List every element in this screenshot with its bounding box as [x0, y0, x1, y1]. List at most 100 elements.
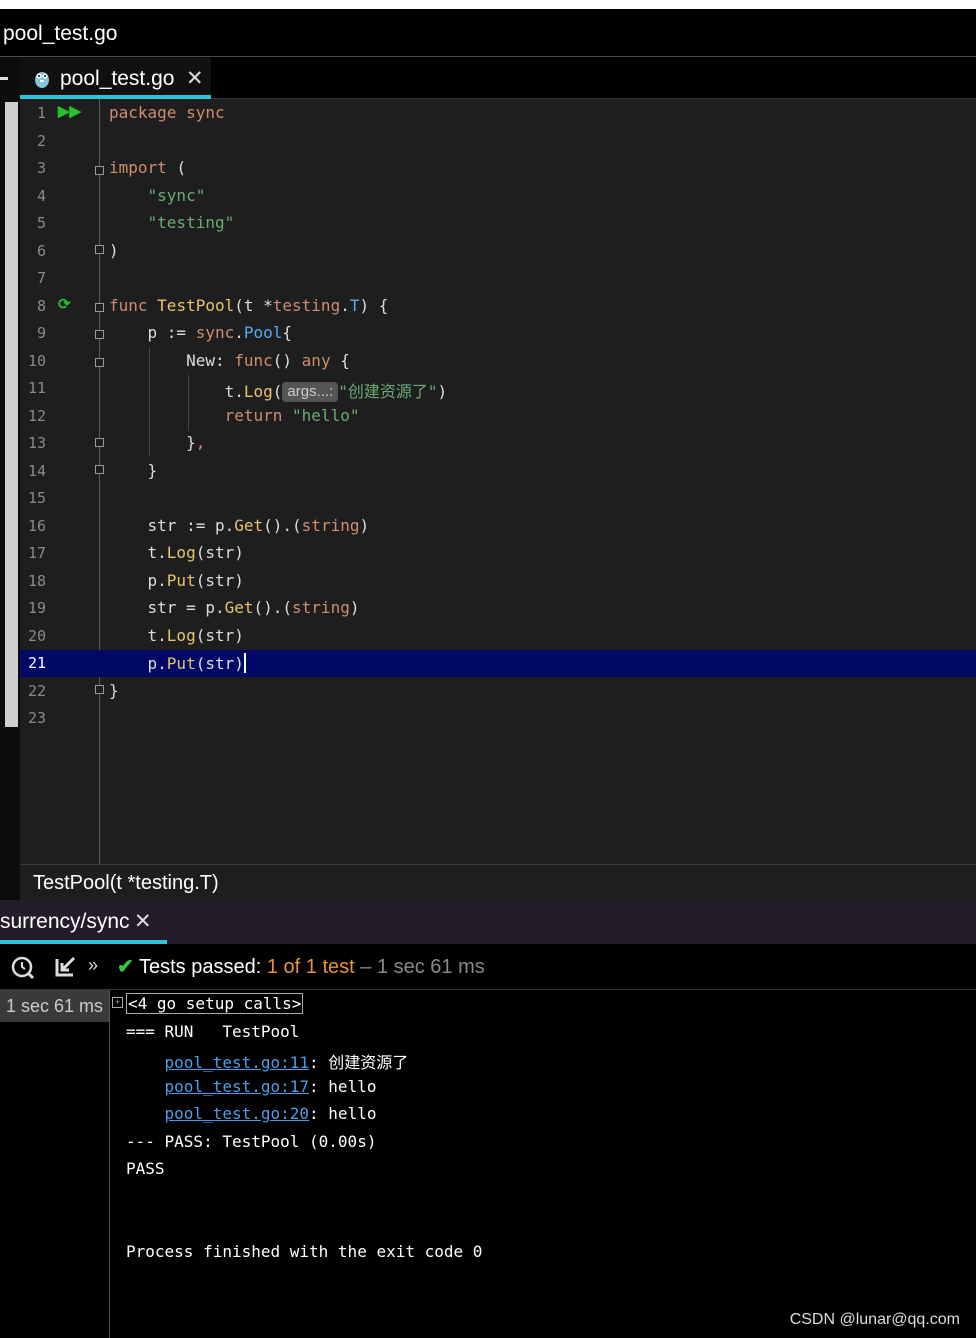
code-line: 23	[20, 705, 976, 732]
line-number: 11	[27, 379, 46, 397]
code-token: p :=	[147, 323, 196, 342]
line-number: 20	[27, 627, 46, 645]
code-line: 11 t.Log(args...: "创建资源了")	[20, 375, 976, 402]
line-number: 8	[36, 297, 46, 315]
code-token: .	[234, 323, 244, 342]
text-caret	[243, 653, 246, 673]
method-name: Put	[166, 571, 196, 590]
code-line: 6)	[20, 238, 976, 265]
code-token: ,	[195, 433, 206, 452]
console-line: Process finished with the exit code 0	[126, 1242, 483, 1261]
line-number: 4	[36, 187, 46, 205]
code-text: package sync	[109, 103, 225, 122]
run-tab-label: surrency/sync	[0, 910, 130, 933]
code-token: ().(	[253, 598, 293, 617]
code-token: t.	[224, 382, 244, 401]
code-token: ()	[272, 351, 302, 370]
code-line: 19 str = p.Get().(string)	[20, 595, 976, 622]
string-literal: "创建资源了"	[338, 382, 438, 401]
tree-row-root[interactable]: 1 sec 61 ms	[0, 990, 109, 1022]
code-text: "sync"	[109, 186, 206, 205]
parameter-hint: args...:	[282, 382, 339, 402]
status-duration: 1 sec 61 ms	[376, 956, 485, 978]
string-literal: "hello"	[292, 406, 360, 425]
history-icon[interactable]	[10, 955, 36, 981]
current-code-line: 21 p.Put(str)	[20, 650, 976, 677]
code-token: ().(	[263, 516, 302, 535]
paren: (	[176, 158, 187, 177]
tab-run-config[interactable]: surrency/sync ✕	[0, 900, 167, 944]
code-line: 22}	[20, 678, 976, 705]
source-link[interactable]: pool_test.go:11	[165, 1053, 310, 1072]
line-number: 12	[27, 407, 46, 425]
type-name: Pool	[243, 323, 283, 342]
line-number: 9	[36, 324, 46, 342]
code-text: p.Put(str)	[109, 571, 244, 590]
code-token: }	[186, 433, 196, 452]
console-output[interactable]: + <4 go setup calls> === RUN TestPool po…	[110, 990, 976, 1338]
log-text: : hello	[309, 1104, 377, 1123]
console-line: === RUN TestPool	[126, 1022, 300, 1041]
close-icon[interactable]: ✕	[134, 909, 152, 934]
code-line: 15	[20, 485, 976, 512]
method-name: Log	[243, 382, 273, 401]
code-text: },	[109, 433, 205, 452]
log-text: : hello	[309, 1077, 377, 1096]
setup-calls-fold[interactable]: <4 go setup calls>	[126, 993, 304, 1014]
keyword: return	[224, 406, 283, 425]
status-label: Tests passed:	[138, 956, 262, 978]
code-text: "testing"	[109, 213, 235, 232]
code-token: New:	[186, 351, 235, 370]
package-ref: testing	[272, 296, 341, 315]
project-panel-scrollbar[interactable]	[5, 102, 18, 727]
code-token: {	[330, 351, 350, 370]
source-link[interactable]: pool_test.go:20	[165, 1104, 310, 1123]
code-editor[interactable]: ▶▶ ⟳ 1 package sync 2 3 import ( 4 "sync" …	[20, 99, 976, 864]
code-line: 17 t.Log(str)	[20, 540, 976, 567]
more-icon[interactable]: »	[88, 955, 98, 976]
code-text: )	[109, 241, 119, 260]
left-tool-strip	[0, 57, 20, 900]
test-tree: 1 sec 61 ms	[0, 990, 110, 1338]
line-number: 16	[27, 517, 46, 535]
close-icon[interactable]: ✕	[186, 66, 204, 91]
code-token: {	[282, 323, 293, 342]
line-number: 3	[36, 159, 46, 177]
code-token: (	[272, 382, 283, 401]
expand-icon[interactable]: +	[112, 997, 123, 1008]
code-token: (t *	[234, 296, 273, 315]
code-token: str = p.	[147, 598, 225, 617]
method-name: Get	[234, 516, 264, 535]
collapse-marker[interactable]	[0, 77, 8, 80]
title-bar: pool_test.go	[0, 9, 976, 57]
breadcrumb-function[interactable]: TestPool(t *testing.T)	[33, 872, 219, 895]
string-literal: "testing"	[147, 213, 235, 232]
code-text: p := sync.Pool{	[109, 323, 293, 342]
run-tab-bar: surrency/sync ✕	[0, 900, 976, 944]
code-text: t.Log(str)	[109, 543, 244, 562]
code-line: 3 import (	[20, 155, 976, 182]
gopher-file-icon	[35, 72, 49, 88]
console-line[interactable]: <4 go setup calls>	[126, 993, 304, 1014]
source-link[interactable]: pool_test.go:17	[165, 1077, 310, 1096]
console-line: pool_test.go:20: hello	[126, 1104, 377, 1123]
line-number: 14	[27, 462, 46, 480]
method-name: Get	[224, 598, 254, 617]
package-ref: sync	[195, 323, 235, 342]
breadcrumb[interactable]: TestPool(t *testing.T)	[20, 864, 976, 900]
string-literal: "sync"	[147, 186, 206, 205]
check-icon: ✔	[117, 956, 134, 978]
line-number: 19	[27, 599, 46, 617]
code-line: 10 New: func() any {	[20, 348, 976, 375]
code-text: str := p.Get().(string)	[109, 516, 370, 535]
import-tests-icon[interactable]	[54, 955, 78, 979]
code-token: (str)	[195, 626, 244, 645]
run-toolbar: » ✔ Tests passed: 1 of 1 test – 1 sec 61…	[0, 944, 976, 990]
line-number: 5	[36, 214, 46, 232]
line-number: 15	[27, 489, 46, 507]
window-title: pool_test.go	[3, 22, 118, 45]
tab-pool-test-go[interactable]: pool_test.go ✕	[20, 57, 211, 99]
code-line: 18 p.Put(str)	[20, 568, 976, 595]
code-line: 7	[20, 265, 976, 292]
line-number: 2	[36, 132, 46, 150]
